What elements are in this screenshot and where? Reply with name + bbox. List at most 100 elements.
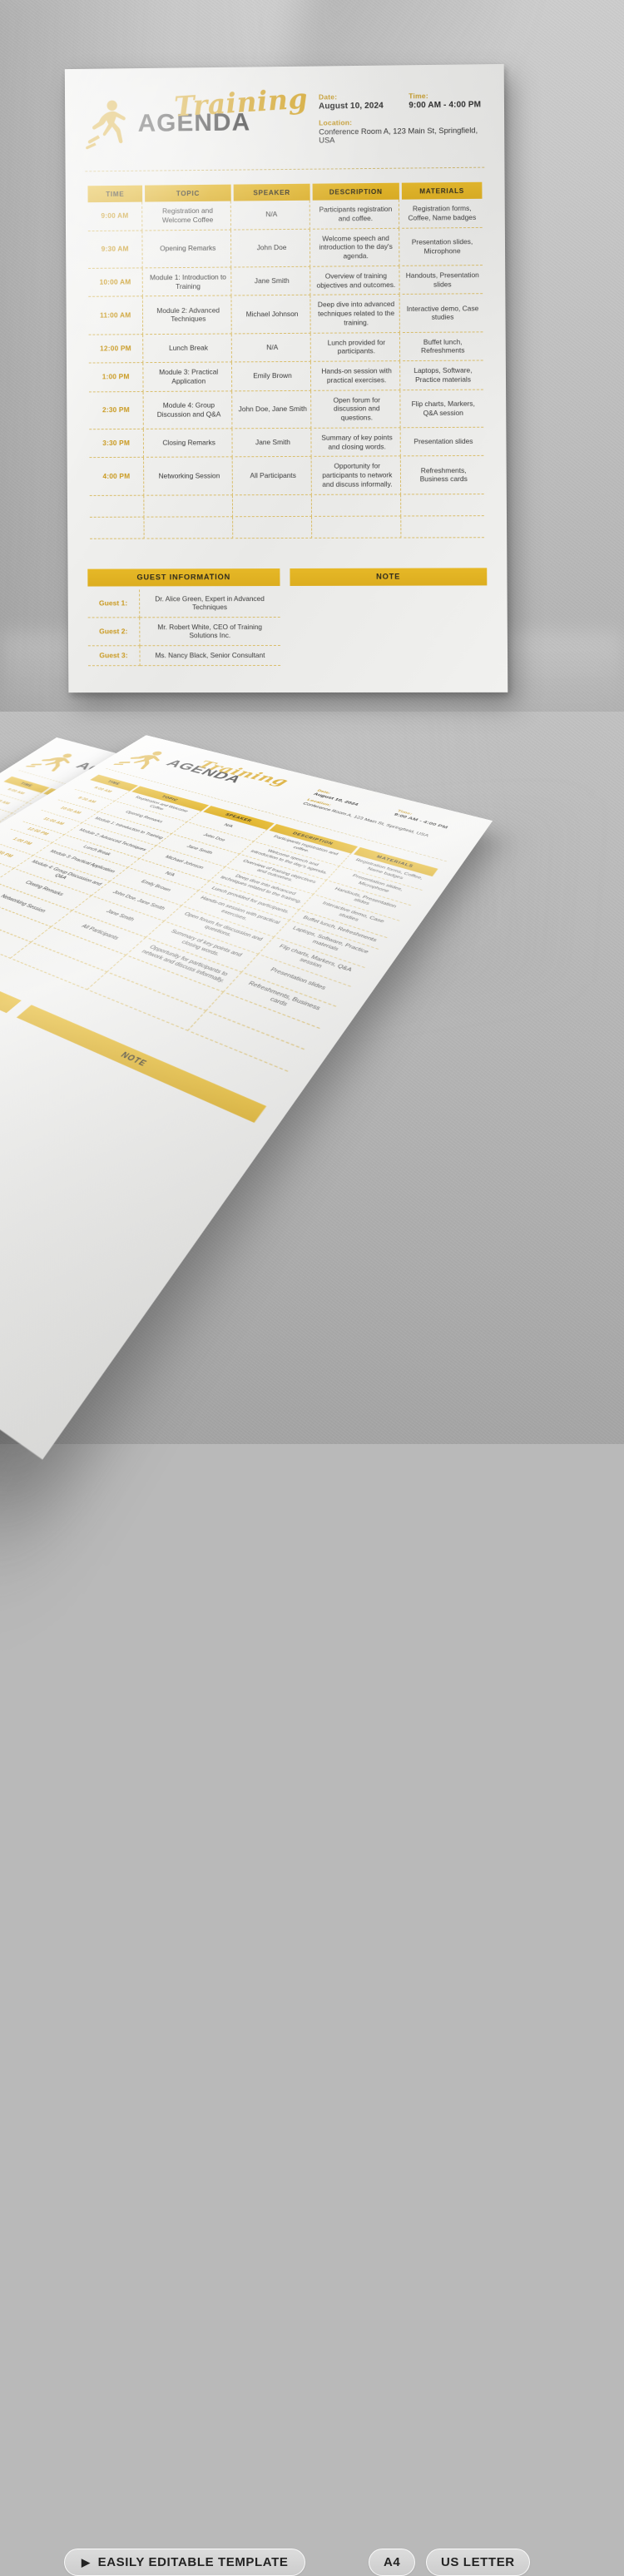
date-label: Date: xyxy=(318,92,338,102)
note-title: NOTE xyxy=(290,567,488,586)
play-triangle-icon: ▶ xyxy=(82,2556,91,2569)
table-cell: Jane Smith xyxy=(234,266,311,296)
size-a4-label: A4 xyxy=(384,2555,401,2569)
date-value: August 10, 2024 xyxy=(318,101,384,112)
running-person-icon xyxy=(85,87,138,150)
table-cell-time: 9:00 AM xyxy=(87,201,143,231)
table-cell xyxy=(314,515,402,539)
table-cell: Hands-on session with practical exercise… xyxy=(313,361,401,391)
table-cell: Registration and Welcome Coffee xyxy=(145,201,231,231)
table-cell-time: 9:30 AM xyxy=(87,231,143,269)
table-cell: Opening Remarks xyxy=(145,230,232,269)
meta-time: Time: 9:00 AM - 4:00 PM xyxy=(394,91,484,110)
table-cell xyxy=(146,516,234,539)
table-row: 9:00 AMRegistration and Welcome CoffeeN/… xyxy=(87,198,483,231)
table-cell: Deep dive into advanced techniques relat… xyxy=(313,295,400,334)
table-row: 10:00 AMModule 1: Introduction to Traini… xyxy=(88,265,483,298)
header-divider xyxy=(85,166,485,172)
easily-editable-template-label: EASILY EDITABLE TEMPLATE xyxy=(97,2555,289,2569)
guest-information-panel: GUEST INFORMATION Guest 1: Dr. Alice Gre… xyxy=(87,568,281,676)
table-cell-time: 2:30 PM xyxy=(88,391,144,429)
table-row xyxy=(89,515,484,539)
note-body[interactable] xyxy=(290,585,488,676)
table-cell: Module 4: Group Discussion and Q&A xyxy=(146,390,233,429)
table-cell xyxy=(404,515,484,539)
table-cell-time xyxy=(89,495,145,518)
easily-editable-template-badge[interactable]: ▶ EASILY EDITABLE TEMPLATE xyxy=(64,2549,306,2576)
table-row: 1:00 PMModule 3: Practical ApplicationEm… xyxy=(88,360,483,392)
table-row xyxy=(89,494,484,518)
guest-label: Guest 3: xyxy=(87,645,140,666)
size-us-letter-badge[interactable]: US LETTER xyxy=(426,2549,530,2576)
table-cell-time: 10:00 AM xyxy=(88,268,143,298)
table-cell: Module 3: Practical Application xyxy=(146,362,233,392)
table-cell: Jane Smith xyxy=(235,428,312,458)
table-cell: Buffet lunch, Refreshments xyxy=(402,331,483,362)
table-cell: Michael Johnson xyxy=(234,295,311,334)
meta-location: Location: Conference Room A, 123 Main St… xyxy=(319,117,484,144)
time-value: 9:00 AM - 4:00 PM xyxy=(409,100,482,111)
table-header-3: DESCRIPTION xyxy=(312,182,399,201)
event-meta: Date: August 10, 2024 Time: 9:00 AM - 4:… xyxy=(318,82,484,145)
agenda-sheet-main[interactable]: Training AGENDA Date: August 10, 2024 Ti… xyxy=(64,63,508,693)
table-cell: Open forum for discussion and questions. xyxy=(314,390,401,429)
guest-table: Guest 1: Dr. Alice Green, Expert in Adva… xyxy=(87,588,281,667)
table-cell: All Participants xyxy=(235,457,312,495)
guest-label: Guest 2: xyxy=(87,617,140,646)
table-cell: N/A xyxy=(233,200,310,231)
table-cell: N/A xyxy=(234,333,311,363)
table-cell: Presentation slides xyxy=(403,427,484,457)
table-header-1: TOPIC xyxy=(145,184,231,202)
table-cell: Interactive demo, Case studies xyxy=(402,294,483,333)
table-cell-time: 3:30 PM xyxy=(89,429,145,459)
table-cell: Module 2: Advanced Techniques xyxy=(145,295,232,335)
table-cell-time: 4:00 PM xyxy=(89,458,145,496)
sheet-content-main: Training AGENDA Date: August 10, 2024 Ti… xyxy=(65,64,508,676)
note-panel: NOTE xyxy=(290,567,488,676)
table-cell xyxy=(314,494,402,517)
table-row: 3:30 PMClosing RemarksJane SmithSummary … xyxy=(89,427,484,459)
guest-row: Guest 1: Dr. Alice Green, Expert in Adva… xyxy=(87,588,280,618)
table-row: 9:30 AMOpening RemarksJohn DoeWelcome sp… xyxy=(87,227,483,269)
table-header-4: MATERIALS xyxy=(401,181,483,200)
table-cell: Flip charts, Markers, Q&A session xyxy=(403,390,484,429)
table-row: 4:00 PMNetworking SessionAll Participant… xyxy=(89,456,484,496)
table-cell-time: 1:00 PM xyxy=(88,363,144,392)
table-row: 11:00 AMModule 2: Advanced TechniquesMic… xyxy=(88,294,483,335)
table-cell: Emily Brown xyxy=(234,361,312,391)
table-cell: Lunch Break xyxy=(146,333,232,364)
guest-information-title: GUEST INFORMATION xyxy=(87,568,280,587)
table-cell xyxy=(146,494,234,518)
table-cell-time: 11:00 AM xyxy=(88,296,144,335)
guest-value: Dr. Alice Green, Expert in Advanced Tech… xyxy=(139,588,280,618)
table-cell: Opportunity for participants to network … xyxy=(314,456,402,495)
size-a4-badge[interactable]: A4 xyxy=(369,2549,416,2576)
table-cell: Summary of key points and closing words. xyxy=(314,428,401,458)
document-header: Training AGENDA Date: August 10, 2024 Ti… xyxy=(85,82,484,163)
guest-label: Guest 1: xyxy=(87,588,140,618)
bottom-panels: GUEST INFORMATION Guest 1: Dr. Alice Gre… xyxy=(87,567,488,676)
table-cell: Networking Session xyxy=(146,457,233,496)
footer-badges: ▶ EASILY EDITABLE TEMPLATE A4 US LETTER xyxy=(0,1328,624,2576)
guest-row: Guest 2: Mr. Robert White, CEO of Traini… xyxy=(87,617,280,646)
table-cell: Refreshments, Business cards xyxy=(403,456,484,494)
table-cell: Registration forms, Coffee, Name badges xyxy=(401,198,483,229)
table-header-0: TIME xyxy=(87,185,143,203)
table-cell: Laptops, Software, Practice materials xyxy=(403,360,483,390)
table-cell xyxy=(404,494,484,516)
location-value: Conference Room A, 123 Main St, Springfi… xyxy=(319,126,478,145)
time-label: Time: xyxy=(409,92,428,101)
table-cell: Presentation slides, Microphone xyxy=(402,227,483,266)
table-cell: Closing Remarks xyxy=(146,429,233,459)
table-cell: Participants registration and coffee. xyxy=(312,199,400,230)
title-script: Training xyxy=(173,82,310,123)
agenda-table: TIMETOPICSPEAKERDESCRIPTIONMATERIALS 9:0… xyxy=(85,181,486,539)
page-title: Training AGENDA xyxy=(137,82,319,137)
table-cell-time: 12:00 PM xyxy=(88,334,144,364)
location-label: Location: xyxy=(319,118,353,127)
meta-date: Date: August 10, 2024 xyxy=(318,92,394,112)
table-cell: Overview of training objectives and outc… xyxy=(313,266,400,295)
table-cell: Module 1: Introduction to Training xyxy=(145,267,232,297)
table-row: 12:00 PMLunch BreakN/ALunch provided for… xyxy=(88,331,483,364)
table-header-2: SPEAKER xyxy=(233,183,310,201)
